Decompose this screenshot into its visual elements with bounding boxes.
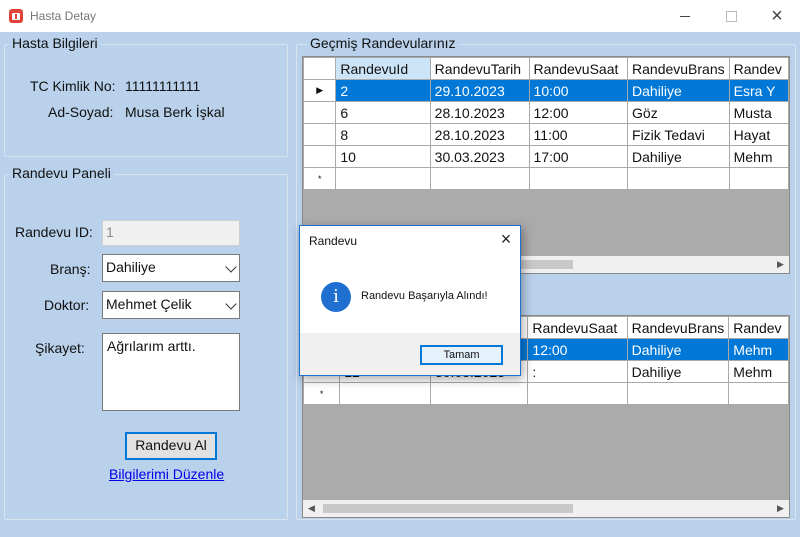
- appointment-panel-title: Randevu Paneli: [9, 165, 114, 181]
- chevron-down-icon: [225, 261, 237, 273]
- table-cell[interactable]: 29.10.2023: [429, 79, 530, 102]
- appointment-id-label: Randevu ID:: [15, 224, 93, 240]
- app-icon: [9, 9, 23, 23]
- new-row-marker: *: [303, 167, 337, 190]
- minimize-button[interactable]: [662, 0, 708, 32]
- doctor-select-value: Mehmet Çelik: [106, 296, 192, 312]
- window-title: Hasta Detay: [30, 9, 97, 23]
- tc-value: 11111111111: [125, 78, 201, 94]
- active-hscrollbar[interactable]: ◀ ▶: [303, 500, 789, 517]
- message-dialog: Randevu × i Randevu Başarıyla Alındı! Ta…: [299, 225, 521, 376]
- table-cell[interactable]: [528, 167, 629, 190]
- table-cell[interactable]: 12:00: [527, 338, 628, 361]
- column-header[interactable]: RandevuTarih: [429, 57, 530, 80]
- table-cell[interactable]: Dahiliye: [626, 338, 730, 361]
- table-cell[interactable]: 8: [335, 123, 431, 146]
- appointment-id-field: 1: [102, 220, 240, 246]
- table-cell[interactable]: [527, 382, 628, 405]
- table-cell[interactable]: [429, 382, 529, 405]
- complaint-label: Şikayet:: [35, 340, 85, 356]
- table-cell[interactable]: Dahiliye: [626, 360, 730, 383]
- history-title: Geçmiş Randevularınız: [307, 35, 459, 51]
- table-cell[interactable]: Göz: [627, 101, 730, 124]
- maximize-button[interactable]: [708, 0, 754, 32]
- row-header-corner: [303, 57, 337, 80]
- dialog-message: Randevu Başarıyla Alındı!: [361, 290, 488, 302]
- close-window-button[interactable]: ×: [754, 0, 800, 32]
- table-row[interactable]: 6 28.10.2023 12:00 Göz Musta: [303, 101, 789, 124]
- tc-label: TC Kimlik No:: [30, 78, 116, 94]
- doctor-label: Doktor:: [44, 297, 90, 313]
- patient-info-group: [4, 44, 288, 157]
- branch-label: Branş:: [50, 261, 91, 277]
- table-cell[interactable]: Mehm: [728, 338, 789, 361]
- table-cell[interactable]: :: [527, 360, 628, 383]
- close-icon[interactable]: ×: [496, 229, 516, 249]
- column-header[interactable]: RandevuId: [335, 57, 431, 80]
- table-cell[interactable]: Dahiliye: [627, 79, 730, 102]
- table-cell[interactable]: [728, 167, 789, 190]
- table-cell[interactable]: 6: [335, 101, 431, 124]
- table-cell[interactable]: Fizik Tedavi: [627, 123, 730, 146]
- table-row[interactable]: 10 30.03.2023 17:00 Dahiliye Mehm: [303, 145, 789, 168]
- edit-profile-link[interactable]: Bilgilerimi Düzenle: [109, 466, 224, 482]
- new-row[interactable]: *: [303, 167, 789, 190]
- table-cell[interactable]: 28.10.2023: [429, 101, 530, 124]
- table-cell[interactable]: [335, 167, 431, 190]
- new-row-marker: *: [303, 382, 341, 405]
- scroll-left-icon[interactable]: ◀: [303, 500, 320, 517]
- table-cell[interactable]: 10:00: [528, 79, 629, 102]
- new-row[interactable]: *: [303, 382, 789, 405]
- complaint-textarea[interactable]: Ağrılarım arttı.: [102, 333, 240, 411]
- name-value: Musa Berk İşkal: [125, 104, 225, 120]
- info-icon: i: [321, 282, 351, 312]
- table-cell[interactable]: 28.10.2023: [429, 123, 530, 146]
- table-row[interactable]: 8 28.10.2023 11:00 Fizik Tedavi Hayat: [303, 123, 789, 146]
- table-cell[interactable]: Hayat: [728, 123, 789, 146]
- row-header[interactable]: [303, 101, 337, 124]
- row-header[interactable]: [303, 123, 337, 146]
- branch-select[interactable]: Dahiliye: [102, 254, 240, 282]
- table-cell[interactable]: [339, 382, 431, 405]
- column-header[interactable]: Randev: [728, 316, 789, 339]
- table-cell[interactable]: Esra Y: [728, 79, 789, 102]
- table-cell[interactable]: [728, 382, 789, 405]
- scroll-right-icon[interactable]: ▶: [772, 256, 789, 273]
- selected-row-arrow-icon: ▶: [303, 79, 337, 102]
- book-appointment-button[interactable]: Randevu Al: [125, 432, 217, 460]
- table-cell[interactable]: 30.03.2023: [429, 145, 530, 168]
- title-bar: Hasta Detay ×: [0, 0, 800, 32]
- column-header[interactable]: RandevuSaat: [528, 57, 629, 80]
- table-cell[interactable]: 2: [335, 79, 431, 102]
- table-cell[interactable]: Dahiliye: [627, 145, 730, 168]
- table-cell[interactable]: Mehm: [728, 145, 789, 168]
- table-cell[interactable]: 17:00: [528, 145, 629, 168]
- chevron-down-icon: [225, 298, 237, 310]
- column-header[interactable]: RandevuBrans: [626, 316, 730, 339]
- patient-info-title: Hasta Bilgileri: [9, 35, 101, 51]
- table-cell[interactable]: Mehm: [728, 360, 789, 383]
- table-cell[interactable]: [627, 167, 730, 190]
- scroll-thumb[interactable]: [323, 504, 573, 513]
- column-header[interactable]: RandevuSaat: [527, 316, 628, 339]
- table-row[interactable]: ▶ 2 29.10.2023 10:00 Dahiliye Esra Y: [303, 79, 789, 102]
- history-table: RandevuId RandevuTarih RandevuSaat Rande…: [303, 57, 789, 190]
- table-cell[interactable]: 12:00: [528, 101, 629, 124]
- column-header[interactable]: Randev: [728, 57, 789, 80]
- dialog-title: Randevu: [309, 234, 358, 248]
- column-header[interactable]: RandevuBrans: [627, 57, 730, 80]
- doctor-select[interactable]: Mehmet Çelik: [102, 291, 240, 319]
- name-label: Ad-Soyad:: [48, 104, 114, 120]
- table-cell[interactable]: 10: [335, 145, 431, 168]
- dialog-footer: Tamam: [300, 333, 520, 375]
- row-header[interactable]: [303, 145, 337, 168]
- table-cell[interactable]: [429, 167, 530, 190]
- ok-button[interactable]: Tamam: [420, 345, 503, 365]
- table-cell[interactable]: 11:00: [528, 123, 629, 146]
- scroll-right-icon[interactable]: ▶: [772, 500, 789, 517]
- table-cell[interactable]: Musta: [728, 101, 789, 124]
- table-cell[interactable]: [626, 382, 730, 405]
- branch-select-value: Dahiliye: [106, 259, 156, 275]
